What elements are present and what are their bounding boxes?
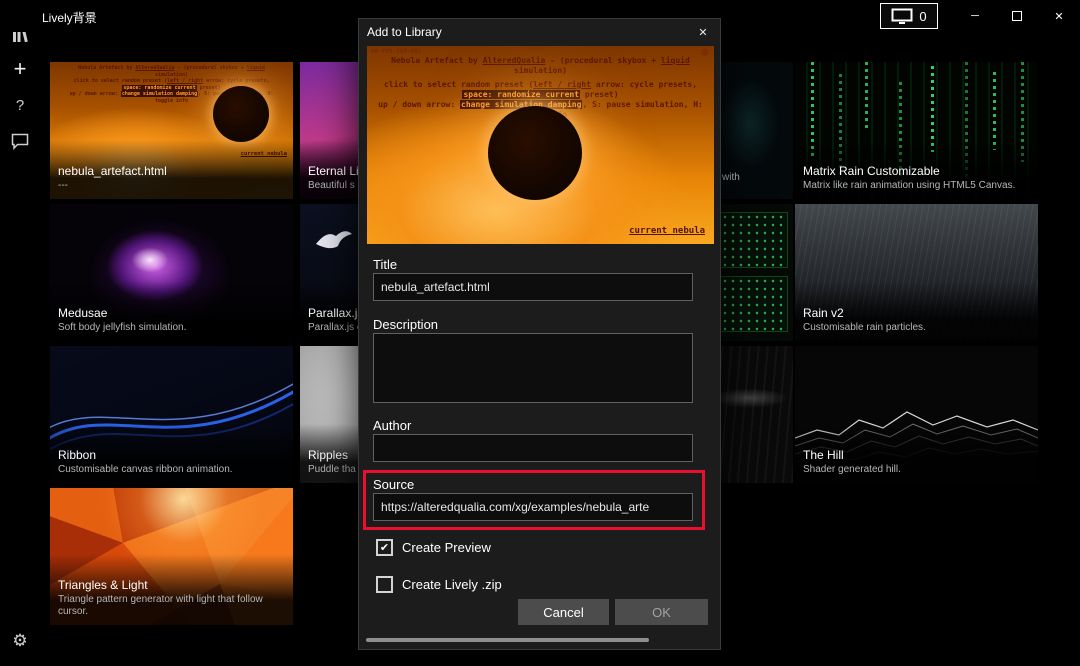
monitor-count: 0 (919, 9, 926, 24)
wallpaper-tile-rain[interactable]: Rain v2 Customisable rain particles. (795, 204, 1038, 341)
fps-counter: 60 FPS (60-60) (371, 48, 422, 55)
dialog-title: Add to Library (367, 25, 442, 39)
dialog-horizontal-scrollbar[interactable] (366, 638, 649, 642)
grid-art (712, 276, 788, 332)
wallpaper-tile-ribbon[interactable]: Ribbon Customisable canvas ribbon animat… (50, 346, 293, 483)
cancel-button[interactable]: Cancel (518, 599, 609, 625)
help-icon: ? (16, 97, 24, 114)
minimize-button[interactable]: ─ (954, 0, 996, 32)
author-input[interactable] (373, 434, 693, 462)
tile-title: Rain v2 (803, 306, 1030, 320)
window-close-button[interactable]: ✕ (1038, 0, 1080, 32)
create-zip-checkbox[interactable] (376, 576, 393, 593)
sidebar-item-feedback[interactable] (0, 124, 40, 158)
tile-title: nebula_artefact.html (58, 164, 285, 178)
nebula-planet (488, 106, 582, 200)
sidebar-item-settings[interactable]: ⚙ (0, 624, 40, 658)
plus-icon: + (14, 56, 27, 82)
source-input[interactable] (373, 493, 693, 521)
maximize-icon (1012, 11, 1022, 21)
monitor-select-button[interactable]: 0 (880, 3, 938, 29)
sidebar-item-add[interactable]: + (0, 52, 40, 86)
tile-title: Triangles & Light (58, 578, 285, 592)
ok-button[interactable]: OK (615, 599, 708, 625)
create-zip-checkbox-row[interactable]: Create Lively .zip (376, 576, 502, 593)
tile-subtitle: Matrix like rain animation using HTML5 C… (803, 180, 1030, 192)
description-label: Description (373, 317, 438, 332)
nebula-planet-thumb (213, 86, 269, 142)
tile-title: Medusae (58, 306, 285, 320)
tile-title: Ribbon (58, 448, 285, 462)
tile-title: The Hill (803, 448, 1030, 462)
tile-subtitle: --- (58, 180, 285, 192)
close-icon: ✕ (1054, 10, 1063, 23)
bird-art (314, 226, 354, 252)
maximize-button[interactable] (996, 0, 1038, 32)
wallpaper-tile-medusae[interactable]: Medusae Soft body jellyfish simulation. (50, 204, 293, 341)
dialog-close-button[interactable]: ✕ (694, 23, 712, 41)
monitor-icon (891, 8, 913, 25)
tile-subtitle: Customisable canvas ribbon animation. (58, 464, 285, 476)
source-label: Source (373, 477, 414, 492)
tile-title: Matrix Rain Customizable (803, 164, 1030, 178)
wallpaper-tile-hill[interactable]: The Hill Shader generated hill. (795, 346, 1038, 483)
add-to-library-dialog: Add to Library ✕ 60 FPS (60-60) ❆ Nebula… (358, 18, 721, 650)
create-zip-label: Create Lively .zip (402, 577, 502, 592)
tile-subtitle: Soft body jellyfish simulation. (58, 322, 285, 334)
wallpaper-tile-nebula[interactable]: Nebula Artefact by AlteredQualia - (proc… (50, 62, 293, 199)
title-input[interactable] (373, 273, 693, 301)
gear-icon: ⚙ (12, 631, 27, 651)
create-preview-checkbox-row[interactable]: ✔ Create Preview (376, 539, 491, 556)
grid-art (712, 212, 788, 268)
tile-subtitle: Customisable rain particles. (803, 322, 1030, 334)
app-title: Lively背景 (42, 9, 97, 26)
matrix-streak (865, 62, 868, 132)
create-preview-checkbox[interactable]: ✔ (376, 539, 393, 556)
tile-subtitle: Triangle pattern generator with light th… (58, 594, 285, 618)
tile-subtitle-fragment: with (722, 172, 740, 183)
sidebar: + ? ⚙ (0, 0, 40, 666)
description-input[interactable] (373, 333, 693, 403)
title-label: Title (373, 257, 397, 272)
matrix-streak (993, 72, 996, 150)
author-label: Author (373, 418, 411, 433)
minimize-icon: ─ (971, 10, 979, 22)
preview-watermark: current_nebula (629, 226, 705, 236)
close-icon: ✕ (698, 26, 707, 39)
wallpaper-preview: 60 FPS (60-60) ❆ Nebula Artefact by Alte… (367, 46, 714, 244)
wallpaper-tile-triangles[interactable]: Triangles & Light Triangle pattern gener… (50, 488, 293, 625)
sidebar-item-help[interactable]: ? (0, 88, 40, 122)
wallpaper-tile-matrix[interactable]: Matrix Rain Customizable Matrix like rai… (795, 62, 1038, 199)
tile-subtitle: Shader generated hill. (803, 464, 1030, 476)
check-icon: ✔ (380, 541, 389, 554)
create-preview-label: Create Preview (402, 540, 491, 555)
feedback-icon (11, 133, 29, 150)
